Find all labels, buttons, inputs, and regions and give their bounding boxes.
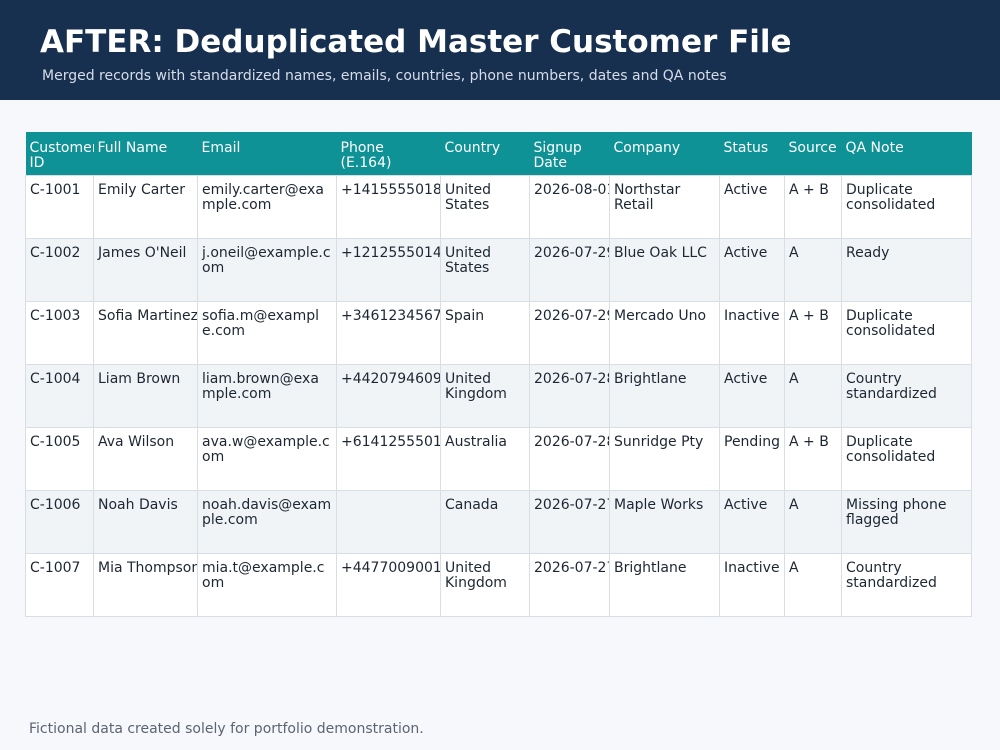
page-title: AFTER: Deduplicated Master Customer File xyxy=(40,24,792,60)
cell-phone: +12125550143 xyxy=(336,237,441,302)
cell-customer-id: C-1005 xyxy=(25,426,94,491)
cell-customer-id: C-1004 xyxy=(25,363,94,428)
column-header-qa-note[interactable]: QA Note xyxy=(842,132,972,175)
column-header-signup-date[interactable]: Signup Date xyxy=(530,132,610,175)
cell-company: Mercado Uno xyxy=(609,300,720,365)
column-header-company[interactable]: Company xyxy=(610,132,720,175)
cell-company: Sunridge Pty xyxy=(609,426,720,491)
cell-source: A xyxy=(784,363,842,428)
cell-customer-id: C-1007 xyxy=(25,552,94,617)
table-row[interactable]: C-1002 James O'Neil j.oneil@example.com +12… xyxy=(25,237,972,302)
cell-country: United Kingdom xyxy=(440,363,530,428)
page-subtitle: Merged records with standardized names, … xyxy=(42,68,727,84)
cell-full-name: Ava Wilson xyxy=(93,426,198,491)
cell-qa-note: Duplicate consolidated xyxy=(841,300,972,365)
cell-phone: +34612345678 xyxy=(336,300,441,365)
cell-signup-date: 2026-07-29 xyxy=(529,300,610,365)
cell-qa-note: Ready xyxy=(841,237,972,302)
cell-source: A xyxy=(784,237,842,302)
table-row[interactable]: C-1004 Liam Brown liam.brown@example.com +4… xyxy=(25,363,972,428)
cell-status: Pending xyxy=(719,426,785,491)
cell-status: Active xyxy=(719,489,785,554)
cell-company: Brightlane xyxy=(609,363,720,428)
page-header: AFTER: Deduplicated Master Customer File… xyxy=(0,0,1000,100)
cell-signup-date: 2026-08-01 xyxy=(529,174,610,239)
cell-full-name: Sofia Martinez xyxy=(93,300,198,365)
cell-phone: +442079460958 xyxy=(336,363,441,428)
cell-email: sofia.m@example.com xyxy=(197,300,337,365)
cell-status: Inactive xyxy=(719,552,785,617)
cell-company: Blue Oak LLC xyxy=(609,237,720,302)
cell-signup-date: 2026-07-28 xyxy=(529,426,610,491)
cell-signup-date: 2026-07-27 xyxy=(529,552,610,617)
cell-status: Active xyxy=(719,174,785,239)
cell-signup-date: 2026-07-27 xyxy=(529,489,610,554)
cell-country: United States xyxy=(440,174,530,239)
cell-email: ava.w@example.com xyxy=(197,426,337,491)
cell-phone: +61412555019 xyxy=(336,426,441,491)
cell-signup-date: 2026-07-29 xyxy=(529,237,610,302)
cell-email: liam.brown@example.com xyxy=(197,363,337,428)
customer-table: Customer ID Full Name Email Phone (E.164) Co… xyxy=(25,132,972,617)
cell-qa-note: Duplicate consolidated xyxy=(841,174,972,239)
cell-customer-id: C-1003 xyxy=(25,300,94,365)
cell-full-name: Mia Thompson xyxy=(93,552,198,617)
cell-country: United States xyxy=(440,237,530,302)
cell-source: A + B xyxy=(784,174,842,239)
cell-source: A xyxy=(784,489,842,554)
table-row[interactable]: C-1007 Mia Thompson mia.t@example.com +4477… xyxy=(25,552,972,617)
cell-country: United Kingdom xyxy=(440,552,530,617)
column-header-email[interactable]: Email xyxy=(198,132,337,175)
cell-full-name: Liam Brown xyxy=(93,363,198,428)
table-header-row: Customer ID Full Name Email Phone (E.164) Co… xyxy=(25,132,972,175)
cell-status: Active xyxy=(719,237,785,302)
column-header-status[interactable]: Status xyxy=(720,132,785,175)
cell-phone: +14155550182 xyxy=(336,174,441,239)
cell-status: Inactive xyxy=(719,300,785,365)
cell-company: Brightlane xyxy=(609,552,720,617)
cell-customer-id: C-1001 xyxy=(25,174,94,239)
cell-email: j.oneil@example.com xyxy=(197,237,337,302)
footer-note: Fictional data created solely for portfo… xyxy=(29,721,424,737)
cell-qa-note: Country standardized xyxy=(841,552,972,617)
table-row[interactable]: C-1006 Noah Davis noah.davis@example.com Ca… xyxy=(25,489,972,554)
cell-email: noah.davis@example.com xyxy=(197,489,337,554)
cell-source: A + B xyxy=(784,426,842,491)
cell-source: A xyxy=(784,552,842,617)
column-header-full-name[interactable]: Full Name xyxy=(94,132,198,175)
cell-qa-note: Missing phone flagged xyxy=(841,489,972,554)
cell-company: Maple Works xyxy=(609,489,720,554)
cell-qa-note: Country standardized xyxy=(841,363,972,428)
customer-table-container: Customer ID Full Name Email Phone (E.164) Co… xyxy=(25,132,972,617)
cell-customer-id: C-1002 xyxy=(25,237,94,302)
cell-email: mia.t@example.com xyxy=(197,552,337,617)
table-row[interactable]: C-1005 Ava Wilson ava.w@example.com +614125… xyxy=(25,426,972,491)
table-body: C-1001 Emily Carter emily.carter@example.c… xyxy=(25,174,972,617)
cell-source: A + B xyxy=(784,300,842,365)
column-header-phone[interactable]: Phone (E.164) xyxy=(337,132,441,175)
cell-phone: +447700900123 xyxy=(336,552,441,617)
cell-country: Canada xyxy=(440,489,530,554)
column-header-source[interactable]: Source xyxy=(785,132,842,175)
cell-full-name: Emily Carter xyxy=(93,174,198,239)
column-header-customer-id[interactable]: Customer ID xyxy=(26,132,94,175)
cell-customer-id: C-1006 xyxy=(25,489,94,554)
cell-company: Northstar Retail xyxy=(609,174,720,239)
cell-country: Spain xyxy=(440,300,530,365)
cell-signup-date: 2026-07-28 xyxy=(529,363,610,428)
column-header-country[interactable]: Country xyxy=(441,132,530,175)
cell-status: Active xyxy=(719,363,785,428)
table-row[interactable]: C-1001 Emily Carter emily.carter@example.c… xyxy=(25,174,972,239)
cell-qa-note: Duplicate consolidated xyxy=(841,426,972,491)
cell-full-name: James O'Neil xyxy=(93,237,198,302)
table-row[interactable]: C-1003 Sofia Martinez sofia.m@example.com +… xyxy=(25,300,972,365)
cell-email: emily.carter@example.com xyxy=(197,174,337,239)
cell-country: Australia xyxy=(440,426,530,491)
cell-phone xyxy=(336,489,441,554)
cell-full-name: Noah Davis xyxy=(93,489,198,554)
